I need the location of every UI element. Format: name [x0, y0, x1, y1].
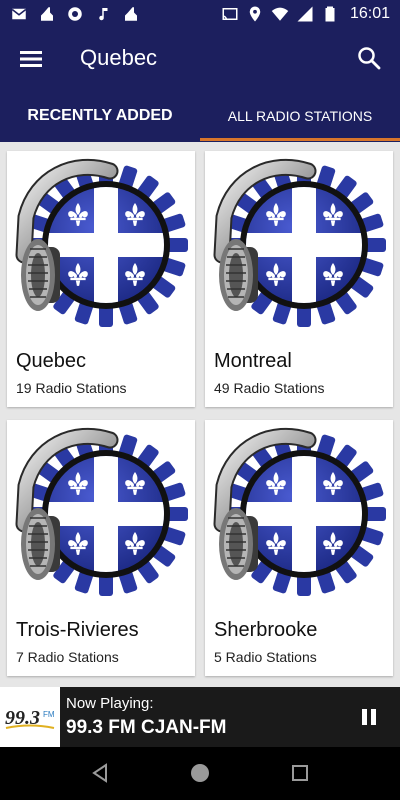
city-name: Quebec [16, 350, 87, 372]
tab-all-radio-stations[interactable]: ALL RADIO STATIONS [200, 90, 400, 142]
wifi-icon [271, 7, 289, 21]
quebec-radio-headphones-icon [212, 426, 386, 600]
station-count: 5 Radio Stations [214, 649, 317, 665]
now-playing-bar[interactable]: 99.3 FM Now Playing: 99.3 FM CJAN-FM [0, 687, 400, 747]
city-name: Trois-Rivieres [16, 619, 139, 641]
cleaning-icon [41, 7, 53, 21]
now-playing-label: Now Playing: [66, 695, 154, 712]
city-name: Montreal [214, 350, 292, 372]
now-playing-station: 99.3 FM CJAN-FM [66, 717, 227, 738]
tab-selected-indicator [200, 138, 400, 141]
city-card-montreal[interactable]: Montreal 49 Radio Stations [205, 151, 393, 407]
recents-icon[interactable] [287, 760, 313, 786]
music-note-icon [99, 8, 108, 21]
location-icon [249, 6, 261, 22]
quebec-radio-headphones-icon [14, 157, 188, 331]
city-name: Sherbrooke [214, 619, 318, 641]
status-bar: 16:01 [0, 0, 400, 28]
pause-icon[interactable] [358, 707, 380, 727]
tab-bar: RECENTLY ADDED ALL RADIO STATIONS [0, 90, 400, 142]
mail-icon [11, 8, 27, 20]
quebec-radio-headphones-icon [212, 157, 386, 331]
signal-icon [297, 6, 313, 22]
station-count: 49 Radio Stations [214, 380, 325, 396]
cleaning-icon-2 [125, 7, 137, 21]
station-count: 7 Radio Stations [16, 649, 119, 665]
app-bar: Quebec [0, 28, 400, 90]
station-grid: Quebec 19 Radio Stations Montreal 49 Rad… [0, 142, 400, 687]
hamburger-menu-icon[interactable] [16, 47, 46, 71]
battery-icon [325, 6, 335, 22]
system-nav-bar [0, 747, 400, 800]
home-icon[interactable] [187, 760, 213, 786]
clock: 16:01 [349, 5, 390, 22]
city-card-sherbrooke[interactable]: Sherbrooke 5 Radio Stations [205, 420, 393, 676]
station-logo: 99.3 FM [0, 687, 60, 747]
search-icon[interactable] [356, 45, 382, 71]
quebec-radio-headphones-icon [14, 426, 188, 600]
city-card-trois-rivieres[interactable]: Trois-Rivieres 7 Radio Stations [7, 420, 195, 676]
city-card-quebec[interactable]: Quebec 19 Radio Stations [7, 151, 195, 407]
aperture-icon [68, 7, 82, 21]
svg-text:FM: FM [43, 710, 55, 719]
page-title: Quebec [80, 45, 158, 70]
cast-icon [222, 8, 238, 20]
station-count: 19 Radio Stations [16, 380, 127, 396]
tab-recently-added[interactable]: RECENTLY ADDED [0, 90, 200, 142]
back-icon[interactable] [87, 760, 113, 786]
